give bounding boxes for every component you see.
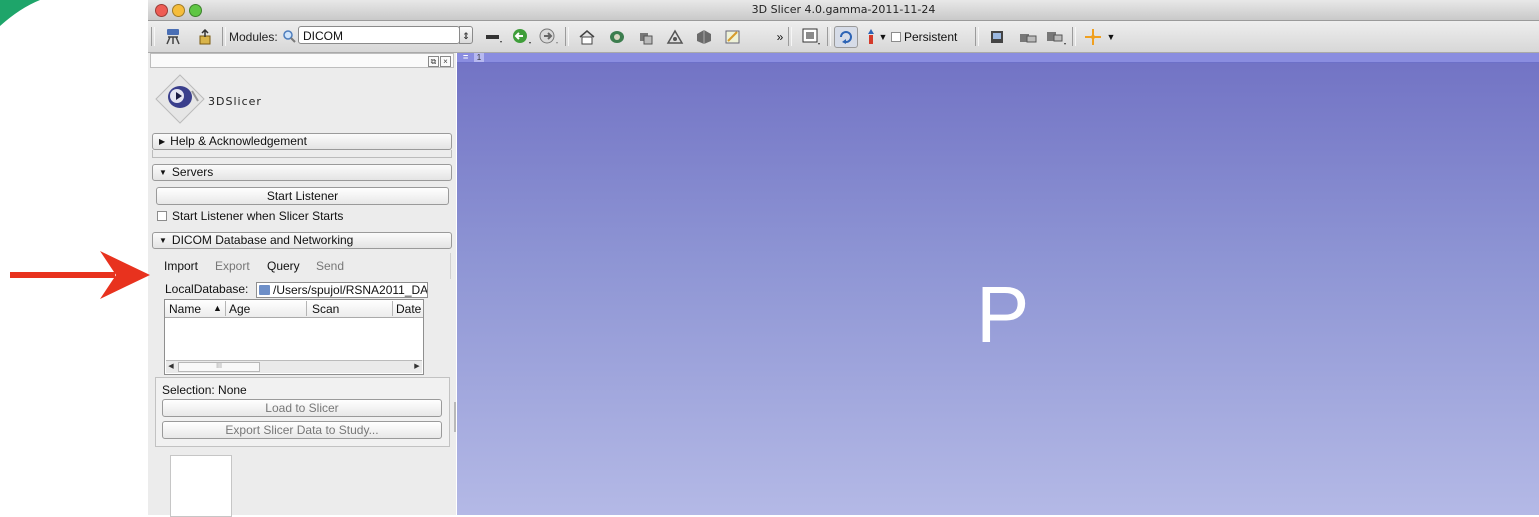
toolbar-separator <box>827 27 831 46</box>
forward-arrow-icon[interactable] <box>538 28 560 45</box>
column-name[interactable]: Name <box>169 302 201 316</box>
annotation-arrow-icon <box>10 251 150 299</box>
scene-view-icon[interactable] <box>1017 28 1039 45</box>
start-listener-on-start-checkbox[interactable] <box>157 211 167 221</box>
column-scan[interactable]: Scan <box>312 302 339 316</box>
view-controller-bar[interactable]: = 1 <box>457 52 1539 63</box>
local-database-path-field[interactable]: /Users/spujol/RSNA2011_DAT/ <box>256 282 428 298</box>
orientation-marker: P <box>976 270 1030 359</box>
volumes-module-icon[interactable] <box>635 28 657 45</box>
column-divider <box>306 301 307 316</box>
slicer-logo-icon <box>155 74 205 124</box>
screenshot-icon[interactable] <box>986 28 1008 45</box>
persistent-label: Persistent <box>904 30 958 44</box>
layout-icon[interactable] <box>800 28 822 45</box>
toolbar-separator <box>1072 27 1076 46</box>
dicom-tabs <box>160 253 451 279</box>
search-icon[interactable] <box>281 27 297 44</box>
servers-section-label: Servers <box>171 165 214 179</box>
expand-arrow-icon: ▶ <box>159 137 166 146</box>
crosshair-icon[interactable] <box>1082 28 1104 45</box>
table-horizontal-scrollbar[interactable]: ◀ III ▶ <box>166 360 422 373</box>
start-listener-on-start-label: Start Listener when Slicer Starts <box>172 209 344 223</box>
segmentation-module-icon[interactable] <box>693 28 715 45</box>
float-panel-icon[interactable]: ⧉ <box>428 56 439 67</box>
folder-icon <box>259 285 270 295</box>
column-divider <box>225 301 226 316</box>
selection-status: Selection: None <box>162 383 247 397</box>
scroll-right-icon[interactable]: ▶ <box>412 361 422 373</box>
column-date[interactable]: Date <box>396 302 421 316</box>
dicom-database-section[interactable]: ▼ DICOM Database and Networking <box>152 232 452 249</box>
module-history-icon[interactable] <box>484 28 504 45</box>
modules-label: Modules: <box>229 30 278 44</box>
toolbar-separator <box>151 27 155 46</box>
toolbar-separator <box>565 27 569 46</box>
main-toolbar: Modules: DICOM ⇕ » ▼ Persistent ▼ <box>148 21 1539 53</box>
home-icon[interactable] <box>576 28 598 45</box>
models-module-icon[interactable] <box>664 28 686 45</box>
collapse-arrow-icon: ▼ <box>159 236 167 245</box>
servers-section[interactable]: ▼ Servers <box>152 164 452 181</box>
panel-resize-handle[interactable] <box>454 402 456 432</box>
window-title: 3D Slicer 4.0.gamma-2011-11-24 <box>751 3 936 16</box>
local-database-label: LocalDatabase: <box>165 282 249 296</box>
selection-group: Selection: None Load to Slicer Export Sl… <box>155 377 450 447</box>
save-icon[interactable] <box>196 28 214 45</box>
load-to-slicer-button[interactable]: Load to Slicer <box>162 399 442 417</box>
window-title-bar: 3D Slicer 4.0.gamma-2011-11-24 <box>148 0 1539 21</box>
help-acknowledgement-section[interactable]: ▶ Help & Acknowledgement <box>152 133 452 150</box>
pin-icon[interactable]: = <box>463 52 468 62</box>
dicom-section-label: DICOM Database and Networking <box>171 233 354 247</box>
back-arrow-icon[interactable] <box>511 28 533 45</box>
local-database-path-text: /Users/spujol/RSNA2011_DAT/ <box>273 283 428 297</box>
panel-dock-bar: ⧉ × <box>150 53 454 68</box>
toolbar-overflow-icon[interactable]: » <box>774 28 786 45</box>
chevron-down-icon[interactable]: ▼ <box>878 28 888 45</box>
tab-export[interactable]: Export <box>215 259 250 273</box>
export-slicer-data-button[interactable]: Export Slicer Data to Study... <box>162 421 442 439</box>
3d-view[interactable]: = 1 P <box>457 52 1539 515</box>
editor-module-icon[interactable] <box>722 28 744 45</box>
help-section-label: Help & Acknowledgement <box>170 134 307 148</box>
tab-query[interactable]: Query <box>267 259 300 273</box>
persistent-checkbox[interactable] <box>891 32 901 42</box>
chevron-down-icon[interactable]: ▼ <box>1106 28 1116 45</box>
module-selector[interactable]: DICOM <box>298 26 460 44</box>
scroll-left-icon[interactable]: ◀ <box>166 361 176 373</box>
load-data-icon[interactable] <box>162 28 184 45</box>
view-layout-number: 1 <box>474 53 484 62</box>
column-divider <box>392 301 393 316</box>
mouse-mode-icon[interactable] <box>864 28 878 45</box>
toolbar-separator <box>222 27 226 46</box>
data-module-icon[interactable] <box>606 28 628 45</box>
tab-import[interactable]: Import <box>164 259 198 273</box>
scrollbar-grip: III <box>216 363 222 370</box>
start-listener-button[interactable]: Start Listener <box>156 187 449 205</box>
app-logo-text: 3DSlicer <box>208 95 262 108</box>
toolbar-separator <box>788 27 792 46</box>
help-section-body <box>152 150 452 158</box>
thumbnail-preview <box>170 455 232 517</box>
patient-table[interactable]: Name ▲ Age Scan Date ◀ III ▶ <box>164 299 424 375</box>
collapse-arrow-icon: ▼ <box>159 168 167 177</box>
toolbar-separator <box>975 27 979 46</box>
chevron-updown-icon[interactable]: ⇕ <box>459 26 473 44</box>
scrollbar-thumb[interactable]: III <box>178 362 260 372</box>
corner-decoration <box>0 0 40 26</box>
tab-send[interactable]: Send <box>316 259 344 273</box>
reset-view-icon[interactable] <box>834 26 858 48</box>
close-panel-icon[interactable]: × <box>440 56 451 67</box>
sort-ascending-icon[interactable]: ▲ <box>213 303 222 313</box>
table-header: Name ▲ Age Scan Date <box>165 300 423 318</box>
column-age[interactable]: Age <box>229 302 250 316</box>
crosshair-view-icon[interactable] <box>1044 28 1068 45</box>
module-panel: ⧉ × 3DSlicer ▶ Help & Acknowledgement ▼ Se… <box>148 53 456 517</box>
